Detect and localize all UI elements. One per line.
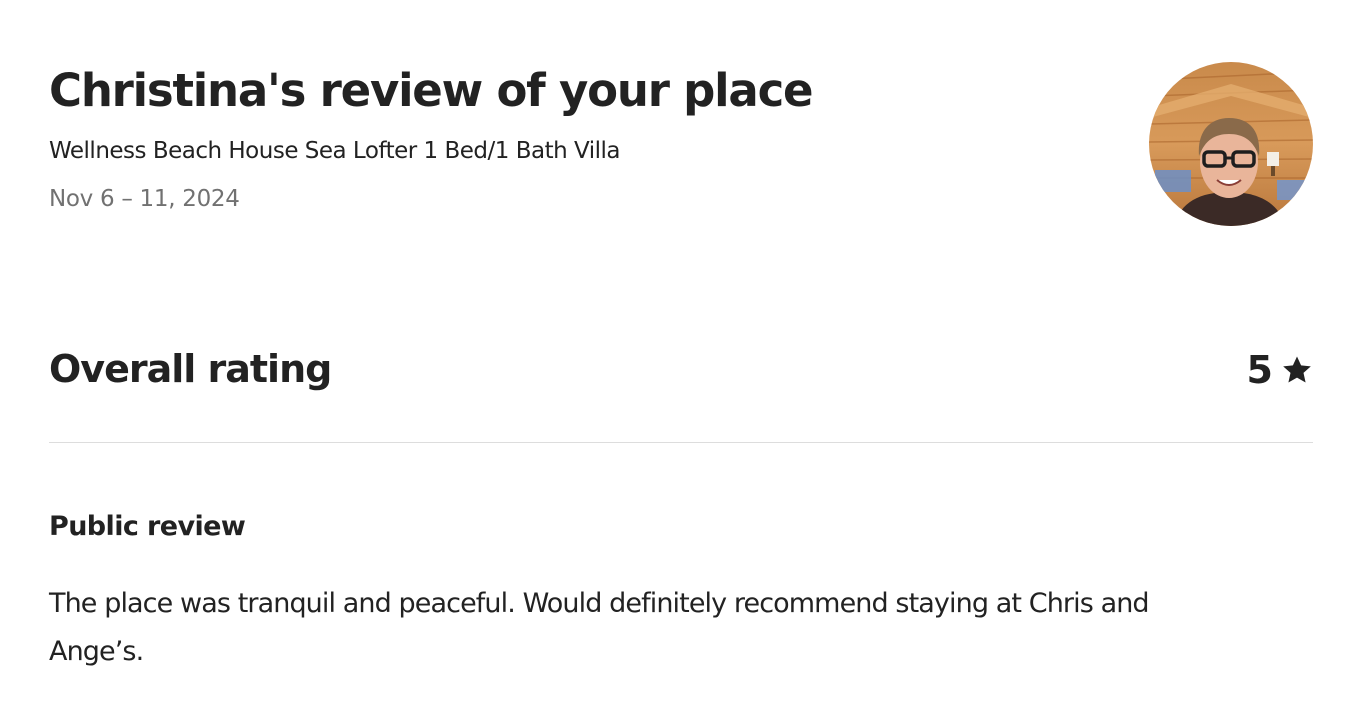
- overall-rating-label: Overall rating: [49, 347, 332, 391]
- star-icon: [1283, 356, 1311, 383]
- page-title: Christina's review of your place: [49, 64, 814, 117]
- stay-dates: Nov 6 – 11, 2024: [49, 186, 240, 212]
- overall-rating-value: 5: [1246, 348, 1273, 392]
- public-review-text: The place was tranquil and peaceful. Wou…: [49, 588, 1150, 667]
- listing-name: Wellness Beach House Sea Lofter 1 Bed/1 …: [49, 138, 620, 164]
- overall-rating-value-group: 5: [1247, 344, 1313, 396]
- review-header: Christina's review of your place Wellnes…: [49, 58, 1109, 214]
- overall-rating-row: Overall rating 5: [49, 340, 1313, 400]
- public-review-heading: Public review: [49, 511, 246, 542]
- section-divider: [49, 442, 1313, 443]
- avatar-photo-icon: [1149, 62, 1313, 226]
- reviewer-avatar[interactable]: [1149, 62, 1313, 226]
